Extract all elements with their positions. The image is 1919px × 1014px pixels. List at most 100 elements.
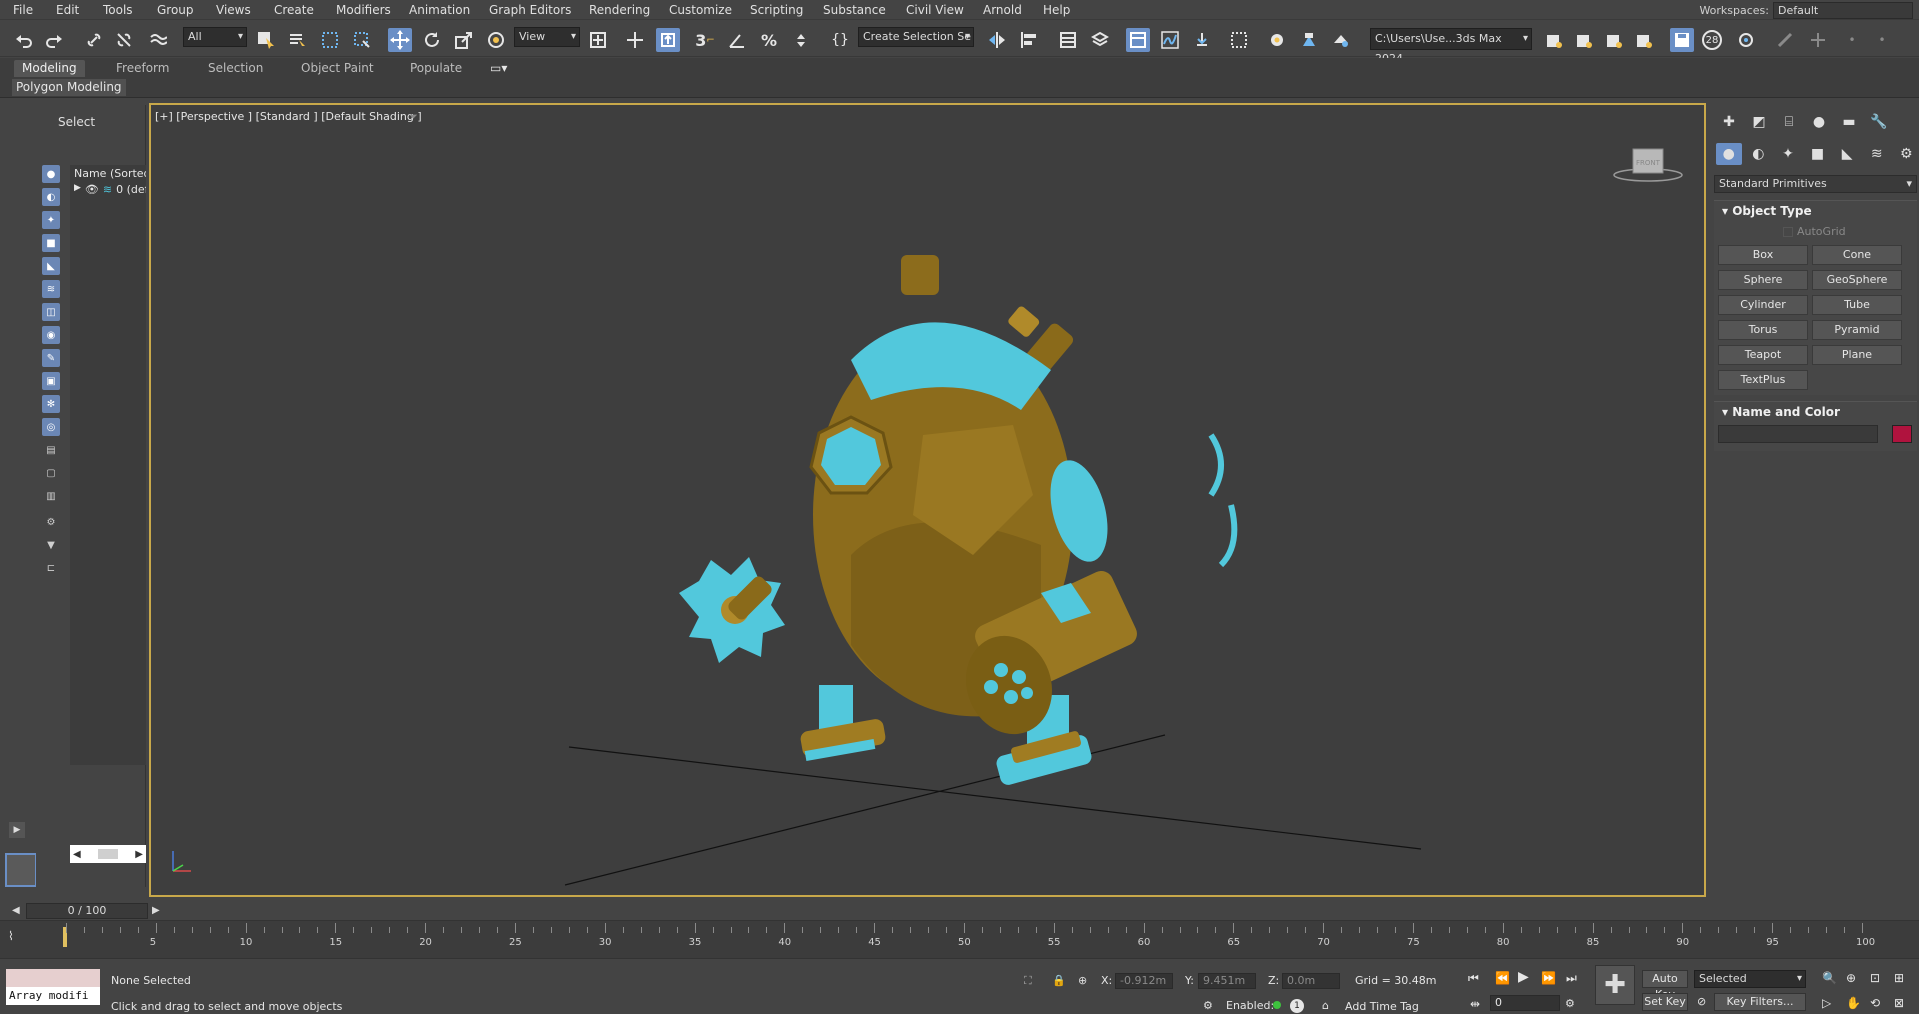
reference-coord-dropdown[interactable]: View [514,27,580,47]
display-bones-icon[interactable]: ✎ [42,349,60,367]
menu-modifiers[interactable]: Modifiers [336,3,391,17]
track-bar[interactable]: ⌇ 5 10 15 20 25 30 35 40 45 50 55 60 65 70 75 80 85 90 95 1… [0,920,1919,958]
display-all-icon[interactable]: ▢ [42,464,60,482]
schematic-view-icon[interactable] [1190,28,1214,52]
display-helpers-icon[interactable]: ◣ [42,257,60,275]
current-frame-field[interactable]: 0 [1490,995,1560,1011]
select-children-icon[interactable]: ⊏ [42,559,60,577]
select-by-name-icon[interactable] [285,28,309,52]
open-project-icon[interactable] [1542,28,1566,52]
menu-civil-view[interactable]: Civil View [906,3,964,17]
angle-snap-icon[interactable] [725,28,749,52]
expand-triangle-icon[interactable]: ▶ [74,183,81,196]
helpers-icon[interactable]: ◣ [1834,143,1860,165]
auto-key-button[interactable]: Auto Key [1642,970,1688,1001]
polygon-modeling-button[interactable]: Polygon Modeling [12,79,126,96]
display-lights-icon[interactable]: ✦ [42,211,60,229]
display-tab-icon[interactable]: ▬ [1836,111,1862,133]
dot-icon[interactable]: • [1840,28,1864,52]
menu-rendering[interactable]: Rendering [589,3,650,17]
rect-selection-icon[interactable] [318,28,342,52]
absolute-mode-icon[interactable]: ⊕ [1078,974,1087,987]
percent-snap-icon[interactable]: % [757,28,781,52]
render-setup-icon[interactable] [1265,28,1289,52]
set-project-icon[interactable] [1602,28,1626,52]
named-selection-dropdown[interactable]: Create Selection Se [858,27,974,47]
set-keys-button[interactable]: ✚ [1595,965,1635,1005]
menu-edit[interactable]: Edit [56,3,79,17]
selection-filter-dropdown[interactable]: All [183,27,247,47]
motion-tab-icon[interactable]: ● [1806,111,1832,133]
create-tab-icon[interactable]: ✚ [1716,111,1742,133]
toggle-layer-explorer-icon[interactable] [1088,28,1112,52]
selection-lock-icon[interactable]: 🔒 [1052,974,1066,987]
material-editor-icon[interactable] [1227,28,1251,52]
spacewarps-icon[interactable]: ≋ [1864,143,1890,165]
visibility-eye-icon[interactable]: 👁 [85,183,99,196]
cylinder-button[interactable]: Cylinder [1718,295,1808,315]
move-icon[interactable] [388,28,412,52]
menu-group[interactable]: Group [157,3,194,17]
brush-icon[interactable] [1773,28,1797,52]
redo-icon[interactable] [42,28,66,52]
prev-frame-icon[interactable]: ◀ [12,905,20,916]
z-coordinate-field[interactable]: 0.0m [1282,973,1340,989]
add-icon[interactable] [1806,28,1830,52]
play-icon[interactable]: ▶ [1518,969,1529,985]
set-key-button[interactable]: Set Key [1642,993,1688,1011]
geosphere-button[interactable]: GeoSphere [1812,270,1902,290]
menu-help[interactable]: Help [1043,3,1070,17]
autogrid-checkbox[interactable]: AutoGrid [1783,225,1846,238]
cameras-icon[interactable]: ■ [1805,143,1831,165]
systems-icon[interactable]: ⚙ [1893,143,1919,165]
name-column-header[interactable]: Name (Sorted Ascending) [70,165,146,181]
project-path-dropdown[interactable]: C:\Users\Use...3ds Max 2024 [1370,28,1532,65]
maxscript-input[interactable]: Array modifi [6,987,100,1005]
list-item[interactable]: ▶ 👁 ≋ 0 (default) [70,181,146,196]
scroll-right-icon[interactable]: ▶ [135,849,143,860]
maximize-viewport-icon[interactable]: ⊠ [1894,996,1904,1010]
ribbon-options-icon[interactable]: ▭▾ [482,60,515,77]
tab-modeling[interactable]: Modeling [14,60,85,77]
go-to-end-icon[interactable]: ⏭ [1566,971,1577,986]
display-cameras-icon[interactable]: ■ [42,234,60,252]
display-none-icon[interactable]: ▤ [42,441,60,459]
keyboard-shortcut-toggle-icon[interactable] [656,28,680,52]
display-shapes-icon[interactable]: ◐ [42,188,60,206]
filter-icon[interactable]: ▼ [42,536,60,554]
orbit-icon[interactable]: ⟲ [1870,996,1880,1010]
menu-substance[interactable]: Substance [823,3,886,17]
time-tag-icon[interactable]: ⌂ [1322,999,1329,1012]
display-invert-icon[interactable]: ▥ [42,487,60,505]
pivot-center-icon[interactable] [586,28,610,52]
menu-tools[interactable]: Tools [103,3,133,17]
select-manipulate-icon[interactable] [623,28,647,52]
edit-named-selection-icon[interactable]: {} [828,28,852,52]
menu-animation[interactable]: Animation [409,3,470,17]
tab-selection[interactable]: Selection [200,60,271,77]
spinner-snap-icon[interactable] [789,28,813,52]
rotate-icon[interactable] [420,28,444,52]
project-settings-icon[interactable] [1632,28,1656,52]
time-slider[interactable]: ◀ 0 / 100 ▶ [0,902,1919,920]
unlink-icon[interactable] [112,28,136,52]
menu-customize[interactable]: Customize [669,3,732,17]
tab-populate[interactable]: Populate [402,60,470,77]
menu-views[interactable]: Views [216,3,251,17]
checkbox-icon[interactable] [1783,226,1793,237]
zoom-extents-icon[interactable]: ⊡ [1870,971,1880,985]
render-production-icon[interactable] [1329,28,1353,52]
expand-arrow-icon[interactable]: ▶ [9,822,25,838]
pyramid-button[interactable]: Pyramid [1812,320,1902,340]
key-mode-dropdown[interactable]: Selected [1694,970,1806,988]
explorer-horizontal-scrollbar[interactable]: ◀ ▶ [70,845,146,863]
display-geometry-icon[interactable]: ● [42,165,60,183]
plane-button[interactable]: Plane [1812,345,1902,365]
align-icon[interactable] [1017,28,1041,52]
menu-scripting[interactable]: Scripting [750,3,803,17]
mirror-icon[interactable] [985,28,1009,52]
textplus-button[interactable]: TextPlus [1718,370,1808,390]
workspaces-dropdown[interactable]: Default [1773,1,1913,19]
filter-settings-icon[interactable]: ⚙ [42,513,60,531]
tab-object-paint[interactable]: Object Paint [293,60,382,77]
